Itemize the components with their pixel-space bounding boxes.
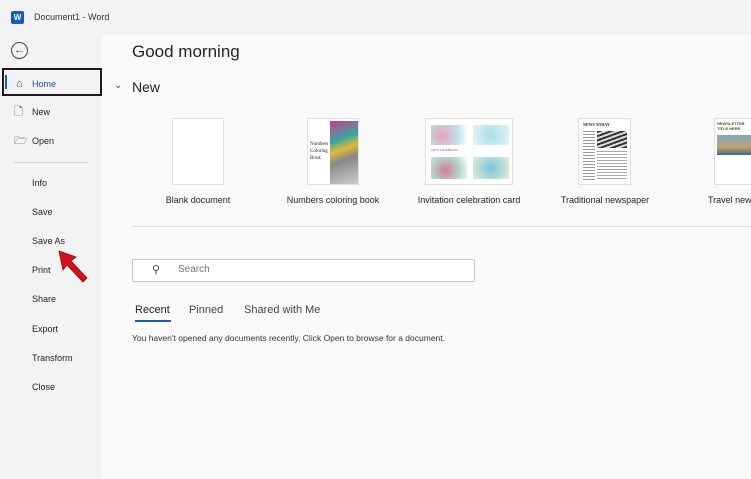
- template-label[interactable]: Blank document: [158, 195, 238, 205]
- empty-recent-message: You haven't opened any documents recentl…: [132, 333, 446, 343]
- section-divider: [132, 226, 751, 227]
- travel-photo: [717, 135, 751, 155]
- thumb-text: LET'S CELEBRATE: [431, 148, 458, 152]
- tab-pinned[interactable]: Pinned: [189, 304, 223, 316]
- news-text: [583, 131, 595, 181]
- word-logo-icon: W: [11, 11, 24, 24]
- coloring-image: [330, 121, 358, 184]
- search-input[interactable]: [178, 264, 458, 275]
- thumb-text: NEWSLETTER TITLE HERE: [717, 121, 745, 131]
- thumb-text: NEWS TODAY: [583, 122, 610, 127]
- thumb-text: Numbers Coloring Book: [310, 142, 329, 161]
- template-traditional-newspaper[interactable]: NEWS TODAY: [578, 118, 631, 185]
- tab-shared-with-me[interactable]: Shared with Me: [244, 304, 320, 316]
- active-tab-indicator: [135, 320, 171, 322]
- card-art: [473, 125, 509, 145]
- sidebar-item-new[interactable]: 🗋 New: [0, 98, 102, 126]
- sidebar-item-label: Home: [32, 79, 57, 89]
- news-text: [597, 151, 627, 181]
- new-section-heading[interactable]: New: [132, 79, 160, 95]
- greeting: Good morning: [132, 42, 240, 61]
- cursor-arrow-icon: [58, 250, 88, 283]
- sidebar-item-export[interactable]: Export: [0, 315, 102, 343]
- window-title: Document1 - Word: [34, 12, 110, 22]
- template-blank-document[interactable]: [172, 118, 224, 185]
- template-invitation-celebration-card[interactable]: LET'S CELEBRATE: [425, 118, 513, 185]
- sidebar-item-open[interactable]: 🗁 Open: [0, 127, 102, 155]
- search-icon: ⚲: [152, 264, 161, 276]
- new-document-icon: 🗋: [14, 106, 23, 118]
- card-art: [431, 125, 467, 145]
- tab-recent[interactable]: Recent: [135, 304, 170, 316]
- template-label[interactable]: Numbers coloring book: [273, 195, 393, 205]
- card-art: [431, 157, 467, 179]
- template-travel-newsletter[interactable]: NEWSLETTER TITLE HERE: [714, 118, 751, 185]
- main-panel: [102, 35, 751, 479]
- sidebar-item-label: New: [32, 107, 51, 117]
- back-arrow-circle-icon[interactable]: ←: [11, 42, 28, 59]
- sidebar-item-share[interactable]: Share: [0, 285, 102, 313]
- sidebar-item-transform[interactable]: Transform: [0, 344, 102, 372]
- news-photo: [597, 131, 627, 148]
- sidebar-divider: [14, 162, 88, 163]
- template-label[interactable]: Traditional newspaper: [545, 195, 665, 205]
- card-art: [473, 157, 509, 179]
- search-box[interactable]: ⚲: [132, 259, 475, 282]
- chevron-down-icon[interactable]: ⌄: [114, 80, 122, 91]
- title-bar: W Document1 - Word: [0, 0, 751, 35]
- sidebar-item-save[interactable]: Save: [0, 198, 102, 226]
- template-numbers-coloring-book[interactable]: Numbers Coloring Book: [307, 118, 359, 185]
- template-label[interactable]: Invitation celebration card: [409, 195, 529, 205]
- sidebar-item-close[interactable]: Close: [0, 373, 102, 401]
- folder-open-icon: 🗁: [14, 135, 28, 147]
- sidebar-item-home[interactable]: ⌂ Home: [2, 68, 102, 96]
- sidebar-item-label: Open: [32, 136, 55, 146]
- template-label[interactable]: Travel newsletter: [708, 195, 751, 205]
- sidebar-item-info[interactable]: Info: [0, 169, 102, 197]
- home-icon: ⌂: [16, 78, 23, 90]
